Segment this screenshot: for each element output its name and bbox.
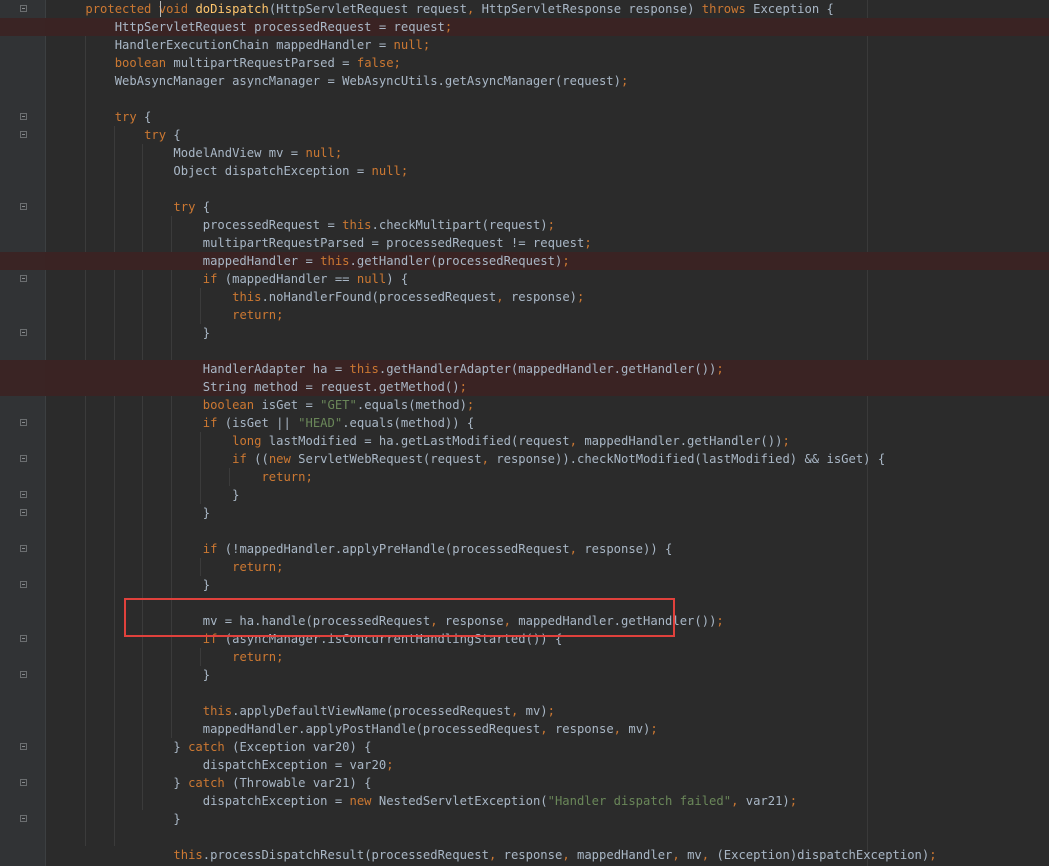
code-line-text: dispatchException = var20; bbox=[56, 758, 394, 772]
code-line[interactable]: try { bbox=[0, 126, 1049, 144]
code-line-text: processedRequest = this.checkMultipart(r… bbox=[56, 218, 555, 232]
code-line[interactable]: HandlerExecutionChain mappedHandler = nu… bbox=[0, 36, 1049, 54]
code-line[interactable]: } bbox=[0, 486, 1049, 504]
code-line-text: if ((new ServletWebRequest(request, resp… bbox=[232, 452, 886, 466]
code-line-text: if (mappedHandler == null) { bbox=[202, 272, 409, 286]
code-line[interactable]: ModelAndView mv = null; bbox=[0, 144, 1049, 162]
code-line-text: return; bbox=[261, 470, 313, 484]
code-line[interactable]: } bbox=[0, 666, 1049, 684]
code-line-text: return; bbox=[232, 650, 284, 664]
code-line[interactable]: this.applyDefaultViewName(processedReque… bbox=[0, 702, 1049, 720]
code-line[interactable]: this.noHandlerFound(processedRequest, re… bbox=[0, 288, 1049, 306]
code-line[interactable]: HandlerAdapter ha = this.getHandlerAdapt… bbox=[0, 360, 1049, 378]
code-line[interactable] bbox=[0, 180, 1049, 198]
code-line-text: boolean multipartRequestParsed = false; bbox=[114, 56, 401, 70]
code-line-text: this.applyDefaultViewName(processedReque… bbox=[202, 704, 555, 718]
code-line-text: if (!mappedHandler.applyPreHandle(proces… bbox=[202, 542, 673, 556]
code-line-text: } bbox=[56, 506, 211, 520]
code-line-text: this.processDispatchResult(processedRequ… bbox=[173, 848, 937, 862]
code-line[interactable]: try { bbox=[0, 198, 1049, 216]
code-line[interactable]: } catch (Throwable var21) { bbox=[0, 774, 1049, 792]
code-area[interactable]: protected void doDispatch(HttpServletReq… bbox=[0, 0, 1049, 866]
code-line-text: mappedHandler.applyPostHandle(processedR… bbox=[56, 722, 658, 736]
code-line-text: return; bbox=[232, 308, 284, 322]
code-line[interactable]: Object dispatchException = null; bbox=[0, 162, 1049, 180]
code-line[interactable] bbox=[0, 342, 1049, 360]
code-line[interactable]: long lastModified = ha.getLastModified(r… bbox=[0, 432, 1049, 450]
code-line[interactable]: if ((new ServletWebRequest(request, resp… bbox=[0, 450, 1049, 468]
code-line[interactable]: if (mappedHandler == null) { bbox=[0, 270, 1049, 288]
code-line-text: } bbox=[56, 668, 211, 682]
code-line[interactable]: String method = request.getMethod(); bbox=[0, 378, 1049, 396]
code-line-text: } bbox=[56, 326, 211, 340]
code-line[interactable]: WebAsyncManager asyncManager = WebAsyncU… bbox=[0, 72, 1049, 90]
code-line-text: HandlerAdapter ha = this.getHandlerAdapt… bbox=[56, 362, 724, 376]
code-line[interactable] bbox=[0, 90, 1049, 108]
code-editor[interactable]: protected void doDispatch(HttpServletReq… bbox=[0, 0, 1049, 866]
code-line[interactable]: processedRequest = this.checkMultipart(r… bbox=[0, 216, 1049, 234]
code-line-text: } bbox=[56, 578, 211, 592]
code-line[interactable]: } bbox=[0, 504, 1049, 522]
code-line-text: try { bbox=[114, 110, 152, 124]
code-line[interactable]: dispatchException = var20; bbox=[0, 756, 1049, 774]
code-line-text: protected void doDispatch(HttpServletReq… bbox=[85, 2, 834, 16]
code-line[interactable]: try { bbox=[0, 108, 1049, 126]
code-line[interactable]: multipartRequestParsed = processedReques… bbox=[0, 234, 1049, 252]
code-line-text: HandlerExecutionChain mappedHandler = nu… bbox=[56, 38, 431, 52]
code-line[interactable]: mappedHandler = this.getHandler(processe… bbox=[0, 252, 1049, 270]
code-line-text: this.noHandlerFound(processedRequest, re… bbox=[232, 290, 585, 304]
code-line-text: } catch (Exception var20) { bbox=[56, 740, 372, 754]
code-line[interactable]: } catch (Exception var20) { bbox=[0, 738, 1049, 756]
code-line[interactable]: } bbox=[0, 810, 1049, 828]
code-line-text: try { bbox=[173, 200, 211, 214]
code-line[interactable]: } bbox=[0, 324, 1049, 342]
code-line-text: dispatchException = new NestedServletExc… bbox=[56, 794, 798, 808]
code-line[interactable]: protected void doDispatch(HttpServletReq… bbox=[0, 0, 1049, 18]
code-line[interactable] bbox=[0, 684, 1049, 702]
code-line[interactable]: return; bbox=[0, 558, 1049, 576]
code-line-text: String method = request.getMethod(); bbox=[56, 380, 467, 394]
code-line-text: } bbox=[56, 812, 181, 826]
code-line[interactable]: if (!mappedHandler.applyPreHandle(proces… bbox=[0, 540, 1049, 558]
code-line[interactable]: this.processDispatchResult(processedRequ… bbox=[0, 846, 1049, 864]
code-line[interactable] bbox=[0, 828, 1049, 846]
code-line[interactable]: boolean isGet = "GET".equals(method); bbox=[0, 396, 1049, 414]
code-line-text: boolean isGet = "GET".equals(method); bbox=[202, 398, 475, 412]
code-line-text: multipartRequestParsed = processedReques… bbox=[56, 236, 592, 250]
code-line[interactable]: boolean multipartRequestParsed = false; bbox=[0, 54, 1049, 72]
code-line[interactable]: mappedHandler.applyPostHandle(processedR… bbox=[0, 720, 1049, 738]
code-line-text: } bbox=[56, 488, 240, 502]
code-line-text: mappedHandler = this.getHandler(processe… bbox=[56, 254, 570, 268]
code-line-text: try { bbox=[144, 128, 181, 142]
code-line[interactable]: return; bbox=[0, 306, 1049, 324]
code-line[interactable]: } bbox=[0, 576, 1049, 594]
code-line-text: return; bbox=[232, 560, 284, 574]
code-line[interactable]: return; bbox=[0, 468, 1049, 486]
code-line-text: if (isGet || "HEAD".equals(method)) { bbox=[202, 416, 475, 430]
code-line-text: HttpServletRequest processedRequest = re… bbox=[56, 20, 453, 34]
highlight-annotation-box bbox=[124, 598, 675, 637]
code-line[interactable]: HttpServletRequest processedRequest = re… bbox=[0, 18, 1049, 36]
code-line-text: Object dispatchException = null; bbox=[56, 164, 409, 178]
text-caret bbox=[160, 1, 161, 17]
code-line-text: long lastModified = ha.getLastModified(r… bbox=[232, 434, 790, 448]
code-line[interactable]: dispatchException = new NestedServletExc… bbox=[0, 792, 1049, 810]
code-line[interactable]: return; bbox=[0, 648, 1049, 666]
code-line[interactable] bbox=[0, 522, 1049, 540]
code-line-text: } catch (Throwable var21) { bbox=[56, 776, 372, 790]
code-line[interactable]: if (isGet || "HEAD".equals(method)) { bbox=[0, 414, 1049, 432]
code-line-text: WebAsyncManager asyncManager = WebAsyncU… bbox=[56, 74, 629, 88]
code-line-text: ModelAndView mv = null; bbox=[56, 146, 343, 160]
